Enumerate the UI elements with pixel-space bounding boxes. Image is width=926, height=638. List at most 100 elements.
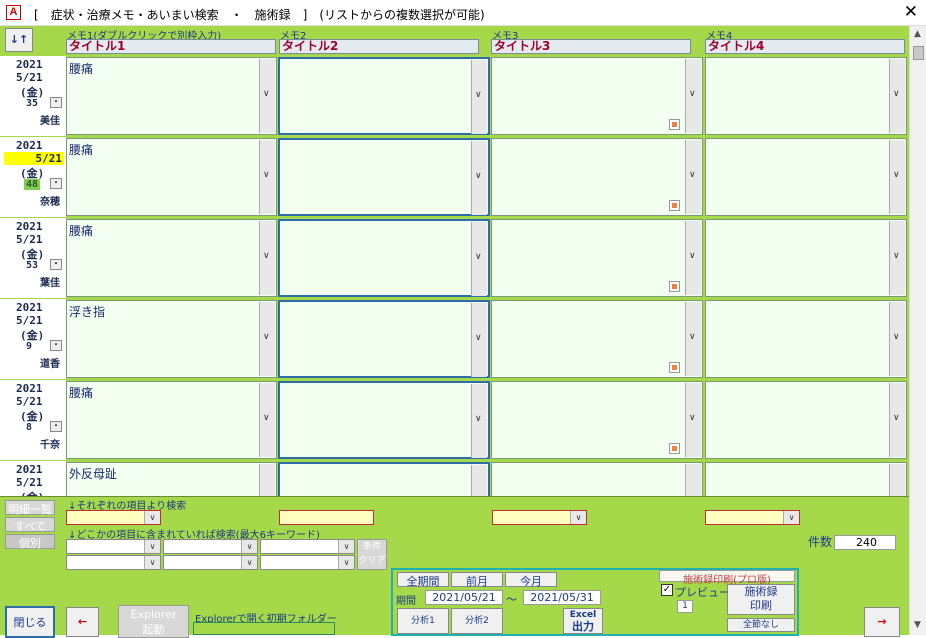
- dropdown-button[interactable]: ∨: [685, 140, 701, 214]
- analysis2-button[interactable]: 分析2: [451, 608, 503, 634]
- memo2-field[interactable]: [278, 462, 490, 497]
- dropdown-button[interactable]: ∨: [685, 302, 701, 376]
- date-to-field[interactable]: 2021/05/31: [523, 590, 601, 605]
- all-button[interactable]: すべて: [5, 517, 55, 533]
- memo4-search-dropdown[interactable]: ∨: [705, 510, 800, 525]
- excel-export-button[interactable]: Excel 出力: [563, 608, 603, 634]
- prev-button[interactable]: ←: [66, 607, 99, 637]
- memo2-search-dropdown[interactable]: [279, 510, 374, 525]
- dropdown-button[interactable]: [471, 465, 487, 497]
- chevron-down-icon: ∨: [893, 413, 900, 423]
- detail-button[interactable]: ・: [50, 97, 62, 108]
- detail-button[interactable]: ・: [50, 178, 62, 189]
- sort-button[interactable]: ↓↑: [5, 28, 33, 52]
- vertical-scrollbar[interactable]: ▲ ▼: [909, 26, 926, 635]
- copies-field[interactable]: 1: [677, 600, 693, 613]
- memo2-field[interactable]: ∨: [278, 381, 490, 459]
- memo3-field[interactable]: ∨: [491, 300, 703, 378]
- memo3-field[interactable]: [491, 462, 703, 497]
- memo1-field[interactable]: 浮き指 ∨: [66, 300, 277, 378]
- dropdown-button[interactable]: ∨: [471, 141, 487, 215]
- dropdown-button[interactable]: ∨: [259, 302, 275, 376]
- dropdown-button[interactable]: [889, 464, 905, 497]
- memo1-field[interactable]: 腰痛 ∨: [66, 138, 277, 216]
- dropdown-button[interactable]: ∨: [471, 303, 487, 377]
- keyword5-dropdown[interactable]: ∨: [163, 555, 258, 570]
- memo3-field[interactable]: ∨: [491, 138, 703, 216]
- detail-button[interactable]: ・: [50, 421, 62, 432]
- memo4-field[interactable]: ∨: [705, 138, 907, 216]
- explorer-folder-field[interactable]: [193, 622, 335, 635]
- this-month-button[interactable]: 今月: [505, 572, 557, 588]
- close-button[interactable]: 閉じる: [5, 606, 55, 638]
- memo1-field[interactable]: 外反母趾: [66, 462, 277, 497]
- dropdown-button[interactable]: ∨: [259, 221, 275, 295]
- dropdown-button[interactable]: ∨: [259, 59, 275, 133]
- keyword2-dropdown[interactable]: ∨: [163, 539, 258, 554]
- dropdown-button[interactable]: ∨: [685, 221, 701, 295]
- memo1-field[interactable]: 腰痛 ∨: [66, 57, 277, 135]
- memo2-field[interactable]: ∨: [278, 138, 490, 216]
- date-from-field[interactable]: 2021/05/21: [425, 590, 503, 605]
- memo4-field[interactable]: ∨: [705, 57, 907, 135]
- dropdown-button[interactable]: ∨: [889, 302, 905, 376]
- detail-button[interactable]: ・: [50, 340, 62, 351]
- dropdown-button[interactable]: ∨: [889, 140, 905, 214]
- memo4-field[interactable]: ∨: [705, 219, 907, 297]
- expand-icon[interactable]: [669, 362, 680, 373]
- expand-icon[interactable]: [669, 119, 680, 130]
- detail-list-button[interactable]: 明細一覧: [5, 500, 55, 516]
- memo3-search-dropdown[interactable]: ∨: [492, 510, 587, 525]
- next-button[interactable]: →: [864, 607, 900, 637]
- memo1-field[interactable]: 腰痛 ∨: [66, 219, 277, 297]
- memo3-title[interactable]: タイトル3: [491, 39, 691, 54]
- memo1-search-dropdown[interactable]: ∨: [66, 510, 161, 525]
- dropdown-button[interactable]: ∨: [259, 383, 275, 457]
- scroll-up-icon[interactable]: ▲: [914, 29, 921, 39]
- print-record-button[interactable]: 施術録 印刷: [727, 584, 795, 615]
- individual-button[interactable]: 個別: [5, 534, 55, 550]
- memo3-field[interactable]: ∨: [491, 381, 703, 459]
- expand-icon[interactable]: [669, 281, 680, 292]
- detail-button[interactable]: ・: [50, 259, 62, 270]
- no-cover-button[interactable]: 全節なし: [727, 618, 795, 632]
- memo3-field[interactable]: ∨: [491, 57, 703, 135]
- memo2-field[interactable]: ∨: [278, 219, 490, 297]
- dropdown-button[interactable]: ∨: [889, 221, 905, 295]
- dropdown-button[interactable]: ∨: [471, 222, 487, 296]
- memo4-field[interactable]: ∨: [705, 381, 907, 459]
- memo1-title[interactable]: タイトル1: [66, 39, 276, 54]
- memo4-field[interactable]: [705, 462, 907, 497]
- memo2-field[interactable]: ∨: [278, 57, 490, 135]
- all-period-button[interactable]: 全期間: [397, 572, 449, 588]
- memo3-field[interactable]: ∨: [491, 219, 703, 297]
- dropdown-button[interactable]: ∨: [259, 140, 275, 214]
- keyword6-dropdown[interactable]: ∨: [260, 555, 355, 570]
- memo2-title[interactable]: タイトル2: [279, 39, 479, 54]
- preview-checkbox[interactable]: ✓: [661, 584, 673, 596]
- last-month-button[interactable]: 前月: [451, 572, 503, 588]
- close-window-button[interactable]: ✕: [904, 3, 918, 21]
- memo2-field[interactable]: ∨: [278, 300, 490, 378]
- scroll-thumb[interactable]: [913, 46, 924, 60]
- dropdown-button[interactable]: [685, 464, 701, 497]
- condition-clear-button[interactable]: 条件 クリア: [357, 539, 387, 570]
- expand-icon[interactable]: [669, 200, 680, 211]
- dropdown-button[interactable]: ∨: [889, 59, 905, 133]
- dropdown-button[interactable]: ∨: [685, 59, 701, 133]
- explorer-launch-button[interactable]: Explorer 起動: [118, 605, 189, 638]
- memo1-field[interactable]: 腰痛 ∨: [66, 381, 277, 459]
- keyword1-dropdown[interactable]: ∨: [66, 539, 161, 554]
- dropdown-button[interactable]: ∨: [471, 384, 487, 458]
- memo4-title[interactable]: タイトル4: [705, 39, 905, 54]
- analysis1-button[interactable]: 分析1: [397, 608, 449, 634]
- memo4-field[interactable]: ∨: [705, 300, 907, 378]
- expand-icon[interactable]: [669, 443, 680, 454]
- dropdown-button[interactable]: ∨: [471, 60, 487, 134]
- dropdown-button[interactable]: ∨: [685, 383, 701, 457]
- keyword3-dropdown[interactable]: ∨: [260, 539, 355, 554]
- scroll-down-icon[interactable]: ▼: [914, 620, 921, 630]
- dropdown-button[interactable]: ∨: [889, 383, 905, 457]
- keyword4-dropdown[interactable]: ∨: [66, 555, 161, 570]
- dropdown-button[interactable]: [259, 464, 275, 497]
